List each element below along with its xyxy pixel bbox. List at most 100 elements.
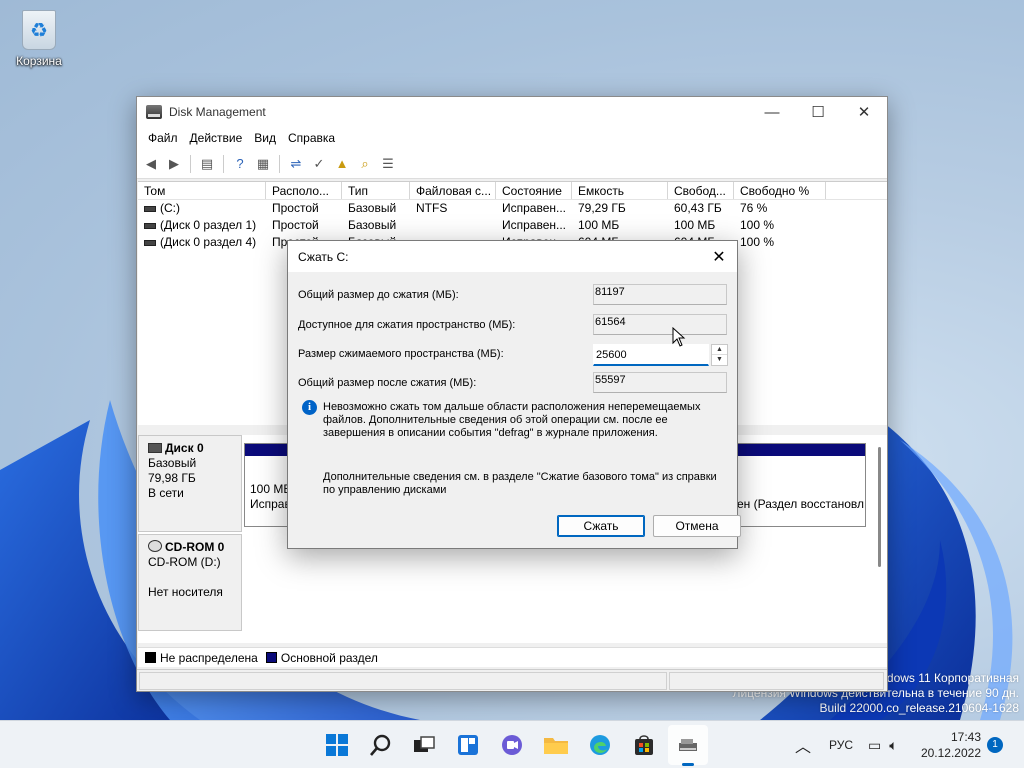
partition-stripe bbox=[737, 444, 865, 456]
list-icon[interactable]: ▦ bbox=[253, 154, 273, 174]
edge-icon[interactable] bbox=[586, 731, 614, 759]
available-label: Доступное для сжатия пространство (МБ): bbox=[298, 319, 516, 331]
start-icon[interactable] bbox=[323, 731, 351, 759]
dialog-close-button[interactable]: ✕ bbox=[707, 245, 731, 269]
network-icon[interactable]: ▭ bbox=[868, 737, 881, 754]
legend-swatch-unallocated bbox=[145, 652, 156, 663]
legend-swatch-primary bbox=[265, 652, 277, 663]
column-header-filesystem[interactable]: Файловая с... bbox=[410, 182, 496, 199]
file-explorer-icon[interactable] bbox=[542, 731, 570, 759]
forward-arrow-icon[interactable]: ▶ bbox=[164, 154, 184, 174]
help-icon[interactable]: ? bbox=[230, 154, 250, 174]
folder-up-icon[interactable]: ▲ bbox=[332, 154, 352, 174]
clock-time: 17:43 bbox=[950, 730, 981, 744]
connect-icon[interactable]: ⇌ bbox=[286, 154, 306, 174]
menu-help[interactable]: Справка bbox=[282, 131, 341, 145]
dialog-titlebar[interactable]: Сжать C: ✕ bbox=[288, 241, 737, 272]
system-tray: ▭ 🔈︎ bbox=[868, 721, 898, 768]
close-button[interactable]: ✕ bbox=[841, 97, 887, 127]
free-cell: 60,43 ГБ bbox=[674, 201, 722, 215]
partition-recovery[interactable]: ен (Раздел восстановл bbox=[736, 443, 866, 527]
shrink-size-label: Размер сжимаемого пространства (МБ): bbox=[298, 348, 504, 360]
filesystem-cell: NTFS bbox=[416, 201, 448, 215]
task-view-icon[interactable] bbox=[410, 731, 438, 759]
watermark-line-3: Build 22000.co_release.210604-1628 bbox=[819, 701, 1020, 715]
legend-primary: Основной раздел bbox=[280, 650, 378, 665]
drive-icon bbox=[144, 239, 156, 246]
shrink-size-stepper: ▲ ▼ bbox=[593, 344, 728, 366]
free-percent-cell: 100 % bbox=[740, 218, 775, 232]
chat-icon[interactable] bbox=[498, 731, 526, 759]
menu-view[interactable]: Вид bbox=[248, 131, 282, 145]
toolbar-separator bbox=[223, 154, 224, 173]
column-header-layout[interactable]: Располо... bbox=[266, 182, 342, 199]
window-title: Disk Management bbox=[169, 105, 266, 119]
shrink-button[interactable]: Сжать bbox=[557, 515, 645, 537]
column-header-free[interactable]: Свобод... bbox=[668, 182, 734, 199]
cdrom-0-label[interactable]: CD-ROM 0 CD-ROM (D:) Нет носителя bbox=[138, 534, 242, 631]
layout-cell: Простой bbox=[272, 218, 319, 232]
volume-name: (Диск 0 раздел 4) bbox=[160, 235, 257, 249]
disk-status: Нет носителя bbox=[148, 585, 223, 599]
toolbar-separator bbox=[190, 154, 191, 173]
clock-date: 20.12.2022 bbox=[920, 746, 981, 760]
check-icon[interactable]: ✓ bbox=[309, 154, 329, 174]
store-icon[interactable] bbox=[630, 731, 658, 759]
window-titlebar[interactable]: Disk Management — ☐ ✕ bbox=[137, 97, 887, 127]
toolbar: ◀ ▶ ▤ ? ▦ ⇌ ✓ ▲ ⌕ ☰ bbox=[137, 149, 887, 179]
spin-up-icon[interactable]: ▲ bbox=[712, 345, 727, 355]
volume-cell: (Диск 0 раздел 1) bbox=[138, 217, 266, 234]
properties-icon[interactable]: ▤ bbox=[197, 154, 217, 174]
status-cell: Исправен... bbox=[502, 201, 567, 215]
available-value: 61564 bbox=[593, 314, 727, 335]
disk-management-app-icon bbox=[146, 105, 162, 119]
menu-action[interactable]: Действие bbox=[184, 131, 249, 145]
disk-type: Базовый bbox=[148, 456, 197, 470]
cancel-button[interactable]: Отмена bbox=[653, 515, 741, 537]
show-hidden-icons-icon[interactable]: ︿ bbox=[795, 721, 811, 768]
shrink-size-input[interactable] bbox=[593, 344, 709, 366]
total-before-label: Общий размер до сжатия (МБ): bbox=[298, 289, 459, 301]
total-before-value: 81197 bbox=[593, 284, 727, 305]
volume-cell: (C:) bbox=[138, 200, 266, 217]
menu-file[interactable]: Файл bbox=[142, 131, 184, 145]
clock[interactable]: 17:43 20.12.2022 bbox=[921, 729, 981, 761]
table-row[interactable]: (C:) Простой Базовый NTFS Исправен... 79… bbox=[138, 200, 887, 217]
total-after-value: 55597 bbox=[593, 372, 727, 393]
recycle-bin[interactable]: Корзина bbox=[10, 10, 68, 68]
type-cell: Базовый bbox=[348, 201, 397, 215]
column-header-type[interactable]: Тип bbox=[342, 182, 410, 199]
back-arrow-icon[interactable]: ◀ bbox=[141, 154, 161, 174]
disk-name: CD-ROM 0 bbox=[165, 540, 225, 554]
drive-icon bbox=[144, 222, 156, 229]
column-header-capacity[interactable]: Емкость bbox=[572, 182, 668, 199]
total-after-label: Общий размер после сжатия (МБ): bbox=[298, 377, 477, 389]
settings-icon[interactable]: ☰ bbox=[378, 154, 398, 174]
column-header-free-percent[interactable]: Свободно % bbox=[734, 182, 826, 199]
volume-icon[interactable]: 🔈︎ bbox=[889, 737, 897, 754]
capacity-cell: 100 МБ bbox=[578, 218, 620, 232]
scrollbar[interactable] bbox=[878, 447, 881, 567]
search-icon[interactable]: ⌕ bbox=[355, 154, 375, 174]
disk-0-label[interactable]: Диск 0 Базовый 79,98 ГБ В сети bbox=[138, 435, 242, 532]
type-cell: Базовый bbox=[348, 218, 397, 232]
free-percent-cell: 76 % bbox=[740, 201, 768, 215]
notification-badge[interactable]: 1 bbox=[987, 737, 1003, 753]
minimize-button[interactable]: — bbox=[749, 97, 795, 127]
disk-name: Диск 0 bbox=[165, 441, 204, 455]
dialog-title: Сжать C: bbox=[298, 249, 349, 264]
partition-status: ен (Раздел восстановл bbox=[737, 497, 864, 511]
maximize-button[interactable]: ☐ bbox=[795, 97, 841, 127]
status-cell-secondary bbox=[669, 672, 884, 690]
spin-down-icon[interactable]: ▼ bbox=[712, 355, 727, 365]
column-header-status[interactable]: Состояние bbox=[496, 182, 572, 199]
search-icon[interactable] bbox=[367, 731, 395, 759]
mouse-cursor-icon bbox=[672, 327, 686, 347]
language-indicator[interactable]: РУС bbox=[829, 721, 853, 768]
info-text: Невозможно сжать том дальше области расп… bbox=[323, 401, 701, 439]
table-row[interactable]: (Диск 0 раздел 1) Простой Базовый Исправ… bbox=[138, 217, 887, 234]
legend-unallocated: Не распределена bbox=[160, 650, 258, 665]
column-header-volume[interactable]: Том bbox=[138, 182, 266, 199]
widgets-icon[interactable] bbox=[454, 731, 482, 759]
disk-management-icon[interactable] bbox=[668, 725, 708, 766]
